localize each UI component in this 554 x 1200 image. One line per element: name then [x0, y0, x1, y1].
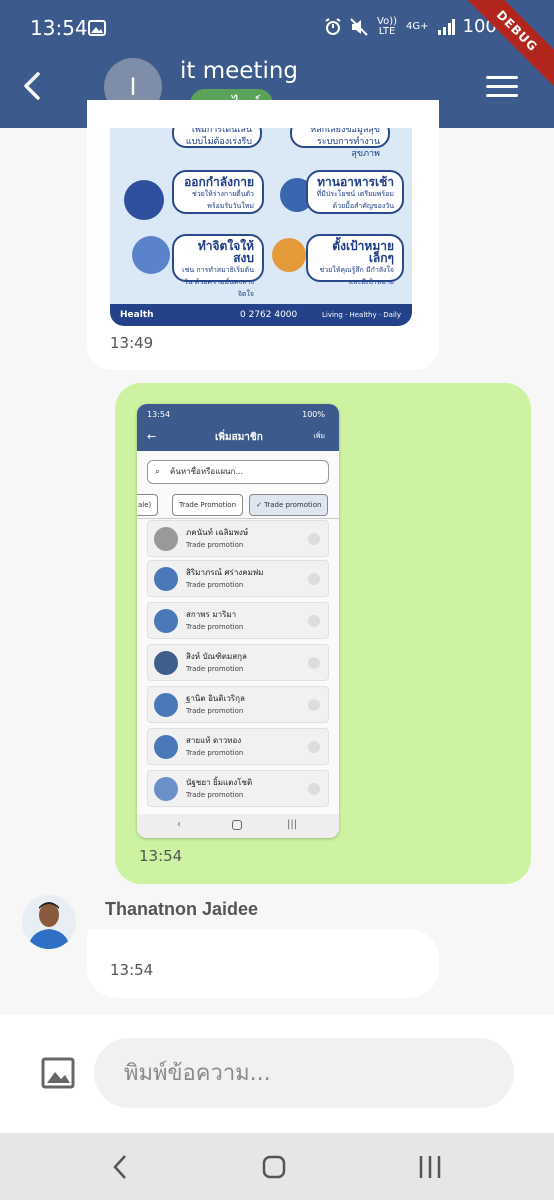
- divider: [137, 518, 339, 519]
- message-input[interactable]: [94, 1038, 514, 1108]
- nav-recents-icon[interactable]: [418, 1155, 442, 1179]
- screenshot-search-field: ⌕ ค้นหาชื่อหรือแผนก...: [147, 460, 329, 484]
- poster-footer: Health 0 2762 4000 Living · Healthy · Da…: [110, 304, 412, 326]
- sender-name: Thanatnon Jaidee: [105, 899, 259, 919]
- message-timestamp: 13:49: [110, 334, 154, 352]
- member-row: ฐานิต อินดิเวริกุล Trade promotion: [147, 686, 329, 723]
- gallery-notification-icon: [88, 20, 106, 36]
- volte-indicator: Vo)) LTE: [377, 15, 398, 37]
- screenshot-filter-chip-selected: ✓ Trade promotion: [249, 494, 329, 516]
- goal-figure-icon: [272, 238, 306, 272]
- status-time: 13:54: [30, 16, 88, 40]
- menu-icon[interactable]: [486, 76, 518, 100]
- poster-brand: Health: [120, 310, 154, 320]
- person-avatar-icon: [22, 895, 76, 949]
- debug-banner: DEBUG: [434, 0, 554, 120]
- shared-screenshot-image[interactable]: 13:54 100% ← เพิ่มสมาชิก เพิ่ม ⌕ ค้นหาชื…: [137, 404, 339, 838]
- search-icon: ⌕: [155, 467, 161, 477]
- meditation-figure-icon: [132, 236, 170, 274]
- network-indicator: 4G+: [406, 20, 429, 32]
- poster-card-info: หลีกเลี่ยงข้อมูลสุข ระบบการทำงานสุขภาพ: [290, 128, 390, 159]
- message-timestamp: 13:54: [110, 961, 154, 979]
- member-row: สายแท้ ดาวทอง Trade promotion: [147, 728, 329, 765]
- poster-card-goal: ตั้งเป้าหมายเล็กๆ ช่วยให้คุณรู้สึก มีกำล…: [306, 234, 404, 286]
- message-timestamp: 13:54: [139, 847, 183, 865]
- chat-title: it meeting: [180, 58, 299, 84]
- poster-card-exercise: ออกกำลังกาย ช่วยให้ร่างกายตื่นตัว พร้อมร…: [172, 170, 264, 214]
- screenshot-recents-nav-icon: |||: [287, 819, 298, 830]
- screenshot-home-nav-icon: [232, 820, 242, 830]
- screenshot-filter-chip: Trade Promotion: [172, 494, 244, 516]
- poster-card-walk: เพิ่มการเดินเล่น แบบไม่ต้องเร่งรีบ: [172, 128, 262, 148]
- member-row: สิงห์ บัณฑิตมสกุล Trade promotion: [147, 644, 329, 681]
- image-picker-icon[interactable]: [41, 1057, 75, 1089]
- health-poster-image[interactable]: เพิ่มการเดินเล่น แบบไม่ต้องเร่งรีบ หลีกเ…: [110, 128, 412, 326]
- screenshot-back-nav-icon: ‹: [177, 819, 181, 830]
- sender-avatar[interactable]: [22, 895, 76, 949]
- nav-back-icon[interactable]: [110, 1153, 130, 1181]
- poster-tagline: Living · Healthy · Daily: [322, 311, 402, 319]
- poster-card-breakfast: ทานอาหารเช้า ที่มีประโยชน์ เตรียมพร้อม ด…: [306, 170, 404, 214]
- alarm-icon: [325, 17, 341, 35]
- member-row: นัฐชยา ยิ้มแตงโชติ Trade promotion: [147, 770, 329, 807]
- mute-icon: [350, 17, 368, 36]
- screenshot-app-bar: 13:54 100% ← เพิ่มสมาชิก เพิ่ม: [137, 404, 339, 451]
- system-nav-bar: [0, 1133, 554, 1200]
- nav-home-icon[interactable]: [262, 1155, 286, 1179]
- back-arrow-icon[interactable]: [18, 70, 50, 102]
- screenshot-nav-bar: ‹ |||: [137, 814, 339, 838]
- screenshot-filter-chip: ale): [137, 494, 159, 516]
- member-row: ภคนันท์ เฉลิมพงษ์ Trade promotion: [147, 520, 329, 557]
- poster-phone: 0 2762 4000: [240, 310, 298, 320]
- member-row: สิริมาภรณ์ ศร่างคมพ่ม Trade promotion: [147, 560, 329, 597]
- poster-card-calm: ทำจิตใจให้สงบ เช่น การทำสมาธิเริ่มต้นวัน…: [172, 234, 264, 298]
- exercise-figure-icon: [124, 180, 164, 220]
- member-row: สกาพร มาริมา Trade promotion: [147, 602, 329, 639]
- screenshot-back-icon: ←: [147, 430, 157, 443]
